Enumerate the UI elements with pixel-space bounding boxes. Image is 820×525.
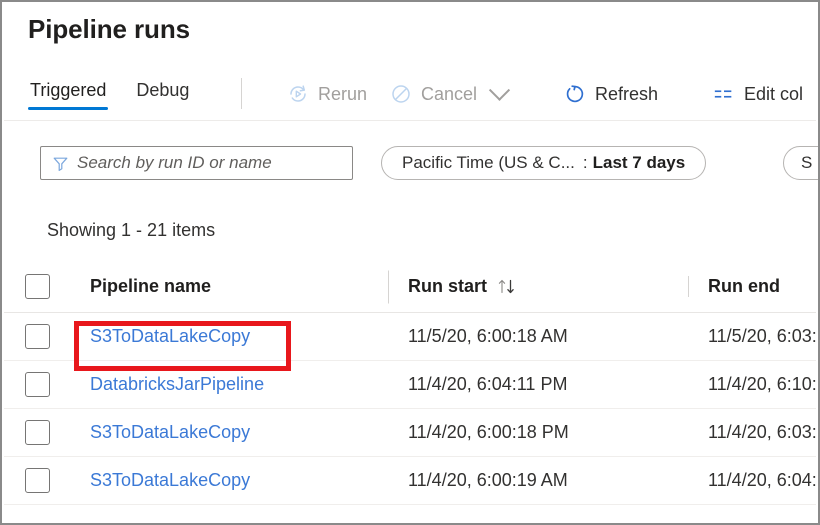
tab-debug-label: Debug xyxy=(136,80,189,100)
rerun-button[interactable]: Rerun xyxy=(287,78,367,110)
run-type-tabs: Triggered Debug xyxy=(28,64,217,121)
cell-run-start: 11/4/20, 6:00:18 PM xyxy=(388,422,688,443)
table-row[interactable]: S3ToDataLakeCopy 11/4/20, 6:00:18 PM 11/… xyxy=(4,409,816,457)
cell-run-start: 11/4/20, 6:00:19 AM xyxy=(388,470,688,491)
run-end-value: 11/4/20, 6:03: xyxy=(708,422,816,442)
pipeline-name-link[interactable]: DatabricksJarPipeline xyxy=(90,374,264,394)
table-row[interactable]: DatabricksJarPipeline 11/4/20, 6:04:11 P… xyxy=(4,361,816,409)
showing-count: Showing 1 - 21 items xyxy=(47,220,215,241)
column-header-run-start[interactable]: Run start xyxy=(388,276,688,297)
row-select-cell xyxy=(4,324,50,349)
cell-run-end: 11/5/20, 6:03: xyxy=(688,326,816,347)
rerun-icon xyxy=(287,83,309,105)
pipeline-name-link[interactable]: S3ToDataLakeCopy xyxy=(90,470,250,490)
filter-icon xyxy=(52,155,69,172)
rerun-label: Rerun xyxy=(318,84,367,105)
table-row[interactable]: S3ToDataLakeCopy 11/4/20, 6:00:19 AM 11/… xyxy=(4,457,816,505)
row-select-cell xyxy=(4,420,50,445)
edit-columns-icon xyxy=(713,83,735,105)
tab-triggered-label: Triggered xyxy=(30,80,106,100)
tab-triggered[interactable]: Triggered xyxy=(28,64,108,101)
run-end-value: 11/4/20, 6:04: xyxy=(708,470,816,490)
row-select-cell xyxy=(4,468,50,493)
pipeline-name-link[interactable]: S3ToDataLakeCopy xyxy=(90,422,250,442)
cell-pipeline-name: S3ToDataLakeCopy xyxy=(50,470,388,491)
status-filter-pill[interactable]: S xyxy=(783,146,820,180)
filter-row: Pacific Time (US & C... : Last 7 days S xyxy=(2,130,818,190)
time-zone-label: Pacific Time (US & C... xyxy=(402,153,575,173)
run-start-value: 11/4/20, 6:04:11 PM xyxy=(408,374,567,394)
column-header-pipeline-name[interactable]: Pipeline name xyxy=(50,276,388,297)
select-all-cell xyxy=(4,274,50,299)
cell-pipeline-name: DatabricksJarPipeline xyxy=(50,374,388,395)
cell-run-end: 11/4/20, 6:03: xyxy=(688,422,816,443)
time-range-value: Last 7 days xyxy=(593,153,686,173)
table-row[interactable]: S3ToDataLakeCopy 11/5/20, 6:00:18 AM 11/… xyxy=(4,313,816,361)
cell-run-start: 11/5/20, 6:00:18 AM xyxy=(388,326,688,347)
refresh-button[interactable]: Refresh xyxy=(564,78,658,110)
cell-pipeline-name: S3ToDataLakeCopy xyxy=(50,326,388,347)
pipeline-runs-panel: Pipeline runs Triggered Debug Rerun xyxy=(0,0,820,525)
row-checkbox[interactable] xyxy=(25,324,50,349)
run-start-value: 11/5/20, 6:00:18 AM xyxy=(408,326,568,346)
cell-run-end: 11/4/20, 6:10: xyxy=(688,374,816,395)
row-checkbox[interactable] xyxy=(25,420,50,445)
refresh-icon xyxy=(564,83,586,105)
cancel-button[interactable]: Cancel xyxy=(390,78,507,110)
cell-run-end: 11/4/20, 6:04: xyxy=(688,470,816,491)
pipeline-runs-table: Pipeline name Run start Run end xyxy=(4,261,816,505)
search-box[interactable] xyxy=(40,146,353,180)
time-filter-separator: : xyxy=(583,153,588,173)
sort-arrows-icon[interactable] xyxy=(497,278,518,295)
search-input[interactable] xyxy=(77,153,352,173)
column-header-run-end[interactable]: Run end xyxy=(688,276,816,297)
cell-run-start: 11/4/20, 6:04:11 PM xyxy=(388,374,688,395)
row-checkbox[interactable] xyxy=(25,468,50,493)
status-filter-label: S xyxy=(801,153,812,173)
row-checkbox[interactable] xyxy=(25,372,50,397)
time-range-filter-pill[interactable]: Pacific Time (US & C... : Last 7 days xyxy=(381,146,706,180)
edit-columns-button[interactable]: Edit col xyxy=(713,78,803,110)
run-end-value: 11/5/20, 6:03: xyxy=(708,326,816,346)
column-header-run-end-label: Run end xyxy=(708,276,780,296)
edit-columns-label: Edit col xyxy=(744,84,803,105)
cancel-label: Cancel xyxy=(421,84,477,105)
page-title: Pipeline runs xyxy=(28,14,190,45)
tab-debug[interactable]: Debug xyxy=(134,64,191,101)
column-header-run-start-label: Run start xyxy=(408,276,487,297)
select-all-checkbox[interactable] xyxy=(25,274,50,299)
run-start-value: 11/4/20, 6:00:19 AM xyxy=(408,470,568,490)
command-bar: Triggered Debug Rerun xyxy=(4,64,816,121)
row-select-cell xyxy=(4,372,50,397)
refresh-label: Refresh xyxy=(595,84,658,105)
cancel-icon xyxy=(390,83,412,105)
run-end-value: 11/4/20, 6:10: xyxy=(708,374,816,394)
column-header-pipeline-name-label: Pipeline name xyxy=(90,276,211,296)
table-header-row: Pipeline name Run start Run end xyxy=(4,261,816,313)
toolbar-divider xyxy=(241,78,242,109)
pipeline-name-link[interactable]: S3ToDataLakeCopy xyxy=(90,326,250,346)
cell-pipeline-name: S3ToDataLakeCopy xyxy=(50,422,388,443)
chevron-down-icon[interactable] xyxy=(489,79,510,100)
run-start-value: 11/4/20, 6:00:18 PM xyxy=(408,422,569,442)
